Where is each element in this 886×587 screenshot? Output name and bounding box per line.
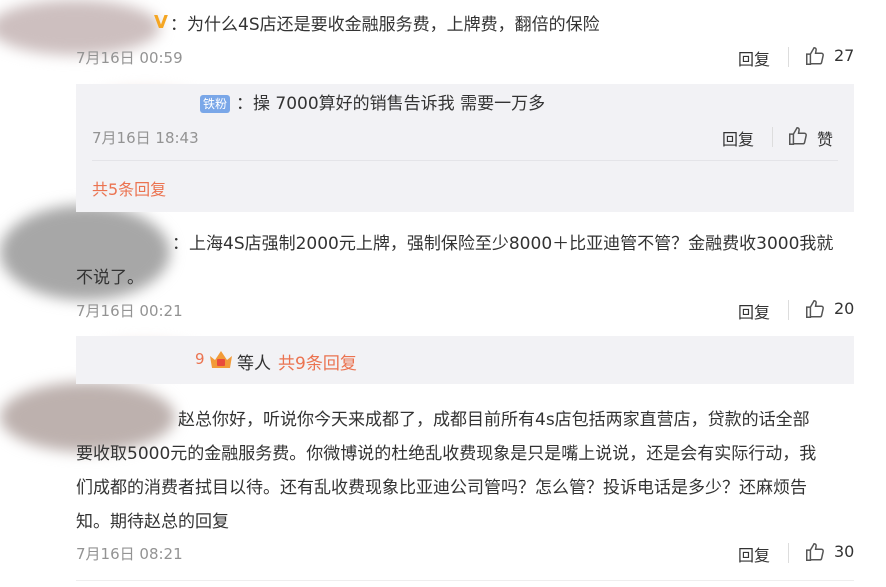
reply-button[interactable]: 回复 [738,46,770,70]
name-fragment: 9 [195,350,205,368]
reply-button[interactable]: 回复 [738,542,770,566]
comment-time: 7月16日 00:59 [76,49,183,67]
more-replies-link[interactable]: 共9条回复 [278,349,357,374]
sub-replies [76,336,854,384]
divider [772,127,773,147]
comment-text-continued: 不说了。 [76,268,144,288]
sub-reply-text: ：操 7000算好的销售告诉我 需要一万多 [236,94,546,114]
comment-text: ：上海4S店强制2000元上牌，强制保险至少8000＋比亚迪管不管？金融费收30… [172,234,834,254]
divider [788,543,789,563]
divider [76,580,854,581]
more-replies-link[interactable]: 共5条回复 [92,176,166,200]
like-count: 27 [834,46,855,65]
comment-text-line: 知。期待赵总的回复 [76,512,229,532]
vip-v-icon: V [154,12,168,33]
sub-reply-label: 等人 [237,354,271,374]
like-label: 赞 [817,130,834,149]
reply-button[interactable]: 回复 [738,299,770,323]
fan-badge: 铁粉 [200,95,231,113]
thumbs-up-icon[interactable] [804,45,826,67]
comment-text: ：为什么4S店还是要收金融服务费，上牌费，翻倍的保险 [170,15,600,35]
divider [92,160,838,161]
comment-text-line: 们成都的消费者拭目以待。还有乱收费现象比亚迪公司管吗？怎么管？投诉电话是多少？还… [76,478,807,498]
thumbs-up-icon[interactable] [787,125,809,147]
comment-text-line: 要收取5000元的金融服务费。你微博说的杜绝乱收费现象是只是嘴上说说，还是会有实… [76,444,817,464]
thumbs-up-icon[interactable] [804,541,826,563]
comment-time: 7月16日 08:21 [76,545,183,563]
like-count: 30 [834,542,855,561]
comment-time: 7月16日 00:21 [76,302,183,320]
divider [788,300,789,320]
comment-text-line: 赵总你好，听说你今天来成都了，成都目前所有4s店包括两家直营店，贷款的话全部 [178,410,810,430]
thumbs-up-icon[interactable] [804,298,826,320]
crown-badge-icon [210,351,232,368]
divider [788,47,789,67]
like-count: 20 [834,299,855,318]
sub-reply-time: 7月16日 18:43 [92,129,199,147]
reply-button[interactable]: 回复 [722,126,754,150]
